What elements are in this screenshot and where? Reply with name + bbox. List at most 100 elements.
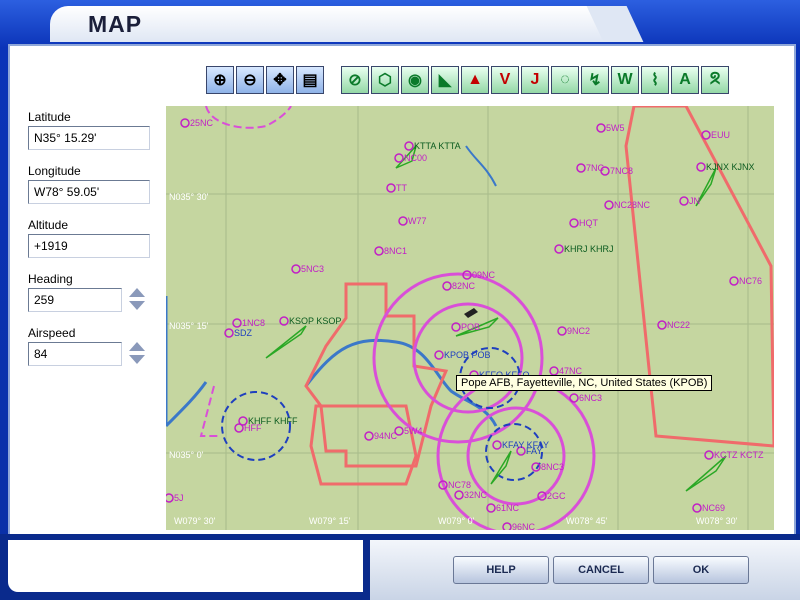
airport-marker[interactable] [557, 326, 567, 336]
map-label-94nc[interactable]: 94NC [374, 431, 398, 441]
airport-marker[interactable] [234, 423, 244, 433]
airport-marker[interactable] [386, 183, 396, 193]
map-label-2gc[interactable]: 2GC [547, 491, 566, 501]
spin-down-icon[interactable] [129, 355, 146, 364]
airport-marker[interactable] [442, 281, 452, 291]
longitude-field[interactable] [28, 180, 150, 204]
airport-filter-icon[interactable]: ⊘ [341, 66, 369, 94]
map-view[interactable]: N035° 30' N035° 15' N035° 0' W079° 30' W… [166, 106, 774, 530]
airport-marker[interactable] [604, 200, 614, 210]
spin-up-icon[interactable] [129, 342, 146, 351]
intersection-filter-icon[interactable]: ▲ [461, 66, 489, 94]
map-canvas[interactable]: N035° 30' N035° 15' N035° 0' W079° 30' W… [166, 106, 774, 530]
zoom-in-icon[interactable]: ⊕ [206, 66, 234, 94]
jet-airway-icon[interactable]: J [521, 66, 549, 94]
airport-marker[interactable] [554, 244, 564, 254]
map-label-25nc[interactable]: 25NC [190, 118, 214, 128]
altitude-field[interactable] [28, 234, 150, 258]
map-label-09nc[interactable]: 09NC [472, 270, 496, 280]
flight-path-filter-icon[interactable]: ᘝ [701, 66, 729, 94]
airport-marker[interactable] [692, 503, 702, 513]
airport-marker[interactable] [398, 216, 408, 226]
map-label-fay[interactable]: FAY [526, 446, 542, 456]
airport-marker[interactable] [434, 350, 444, 360]
ndb-filter-icon[interactable]: ◉ [401, 66, 429, 94]
map-label-nc78[interactable]: NC78 [448, 480, 471, 490]
map-label-sdz[interactable]: SDZ [234, 328, 253, 338]
airport-marker[interactable] [696, 162, 706, 172]
airport-marker[interactable] [232, 318, 242, 328]
airport-marker[interactable] [576, 163, 586, 173]
map-label-ktta[interactable]: KTTA KTTA [414, 141, 461, 151]
ils-filter-icon[interactable]: ◣ [431, 66, 459, 94]
map-label-ksop[interactable]: KSOP KSOP [289, 316, 341, 326]
vor-filter-icon[interactable]: ⬡ [371, 66, 399, 94]
map-label-pob[interactable]: POB [461, 322, 480, 332]
airspace-filter-icon[interactable]: ◌ [551, 66, 579, 94]
label-filter-icon[interactable]: A [671, 66, 699, 94]
spin-down-icon[interactable] [129, 301, 146, 310]
airport-marker[interactable] [180, 118, 190, 128]
map-label-nc00[interactable]: NC00 [404, 153, 427, 163]
map-label-5nc3[interactable]: 5NC3 [301, 264, 324, 274]
airport-marker[interactable] [701, 130, 711, 140]
heading-field[interactable] [28, 288, 122, 312]
spin-up-icon[interactable] [129, 288, 146, 297]
map-label-hqt[interactable]: HQT [579, 218, 599, 228]
heading-stepper[interactable] [129, 288, 146, 312]
airport-marker[interactable] [657, 320, 667, 330]
airspeed-stepper[interactable] [129, 342, 146, 366]
map-label-hff[interactable]: HFF [244, 423, 262, 433]
map-label-96nc[interactable]: 96NC [512, 522, 536, 530]
cancel-button[interactable]: CANCEL [553, 556, 649, 584]
map-label-8nc3[interactable]: 8NC3 [541, 462, 564, 472]
airport-marker[interactable] [492, 440, 502, 450]
map-label-82nc[interactable]: 82NC [452, 281, 476, 291]
map-label-61nc[interactable]: 61NC [496, 503, 520, 513]
zoom-out-icon[interactable]: ⊖ [236, 66, 264, 94]
map-label-7nc8[interactable]: 7NC8 [610, 166, 633, 176]
airport-marker[interactable] [569, 393, 579, 403]
map-label-khrj[interactable]: KHRJ KHRJ [564, 244, 614, 254]
weather-filter-icon[interactable]: W [611, 66, 639, 94]
airport-marker[interactable] [404, 141, 414, 151]
map-label-jn[interactable]: JN [689, 196, 700, 206]
map-label-nc28nc[interactable]: NC28NC [614, 200, 651, 210]
airport-marker[interactable] [374, 246, 384, 256]
airport-marker[interactable] [502, 522, 512, 530]
map-label-nc22[interactable]: NC22 [667, 320, 690, 330]
map-label-1nc8[interactable]: 1NC8 [242, 318, 265, 328]
map-label-5w5[interactable]: 5W5 [606, 123, 625, 133]
print-icon[interactable]: ▤ [296, 66, 324, 94]
airspeed-field[interactable] [28, 342, 122, 366]
map-label-w77[interactable]: W77 [408, 216, 427, 226]
airport-marker[interactable] [679, 196, 689, 206]
latitude-field[interactable] [28, 126, 150, 150]
victor-airway-icon[interactable]: V [491, 66, 519, 94]
map-label-nc69[interactable]: NC69 [702, 503, 725, 513]
route-filter-icon[interactable]: ↯ [581, 66, 609, 94]
ok-button[interactable]: OK [653, 556, 749, 584]
airport-marker[interactable] [729, 276, 739, 286]
airport-marker[interactable] [596, 123, 606, 133]
center-icon[interactable]: ✥ [266, 66, 294, 94]
airport-marker[interactable] [394, 153, 404, 163]
map-label-tt[interactable]: TT [396, 183, 407, 193]
terrain-filter-icon[interactable]: ⌇ [641, 66, 669, 94]
map-label-kpob[interactable]: KPOB POB [444, 350, 491, 360]
map-label-nc76[interactable]: NC76 [739, 276, 762, 286]
map-label-kctz[interactable]: KCTZ KCTZ [714, 450, 764, 460]
map-label-5w4[interactable]: 5W4 [404, 426, 423, 436]
airport-marker[interactable] [166, 493, 174, 503]
airport-marker[interactable] [364, 431, 374, 441]
airport-marker[interactable] [704, 450, 714, 460]
map-label-7nc[interactable]: 7NC [586, 163, 605, 173]
map-label-5j[interactable]: 5J [174, 493, 184, 503]
map-label-32nc[interactable]: 32NC [464, 490, 488, 500]
map-label-kjnx[interactable]: KJNX KJNX [706, 162, 755, 172]
airport-marker[interactable] [454, 490, 464, 500]
help-button[interactable]: HELP [453, 556, 549, 584]
map-label-8nc1[interactable]: 8NC1 [384, 246, 407, 256]
map-label-euu[interactable]: EUU [711, 130, 730, 140]
airport-marker[interactable] [569, 218, 579, 228]
